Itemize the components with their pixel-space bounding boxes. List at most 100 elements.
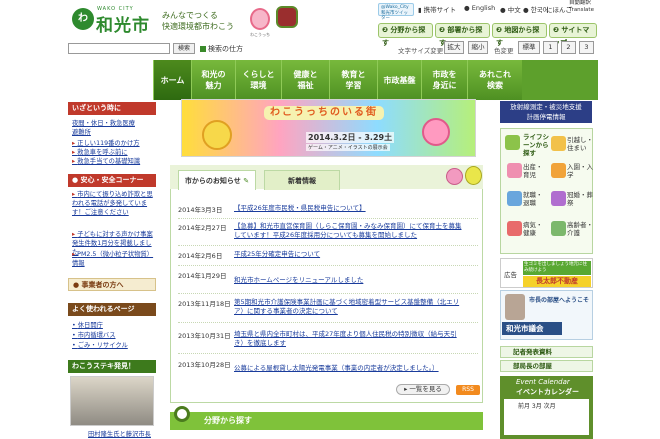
- search-by-field-button[interactable]: ❷ 分野から探す: [378, 23, 433, 47]
- emergency-item-ambulance[interactable]: 救急車を呼ぶ前に: [72, 148, 127, 157]
- nav-charm[interactable]: 和光の 魅力: [191, 60, 235, 100]
- life-item-birth[interactable]: 出産・育児: [523, 163, 545, 179]
- ad-label: 広告: [504, 271, 517, 279]
- discovery-photo[interactable]: [70, 376, 154, 426]
- left-sidebar: いざという時に 夜間・休日・救急医療 避難所 正しい119番のかけ方 救急車を呼…: [68, 100, 156, 439]
- twitter-caption: 和光市ツイッター: [381, 10, 408, 22]
- news-date: 2013年10月28日: [178, 361, 231, 369]
- emergency-heading: いざという時に: [68, 102, 156, 115]
- frequent-item-garbage-label: ごみ・リサイクル: [77, 342, 128, 349]
- translate-label: 自動翻訳: [569, 0, 592, 6]
- more-news-button[interactable]: ▸ 一覧を見る: [396, 384, 450, 395]
- news-link[interactable]: 平成25年分確定申告について: [234, 250, 466, 259]
- calendar-grid[interactable]: 前月 3月 次月: [504, 399, 589, 435]
- nav-civic[interactable]: 市政を 身近に: [421, 60, 467, 100]
- frequent-item-garbage[interactable]: • ごみ・リサイクル: [72, 341, 128, 350]
- sitemap-button[interactable]: ❷ サイトマップ: [549, 23, 597, 47]
- news-link[interactable]: 公募による屋根貸し太陽光発電事業（事業の内定者が決定しました。）: [234, 364, 466, 373]
- nav-education[interactable]: 教育と 学習: [329, 60, 377, 100]
- business-heading[interactable]: ● 事業者の方へ: [68, 278, 156, 291]
- more-news-label: 一覧を見る: [409, 385, 442, 393]
- event-calendar: Event Calendar イベントカレンダー 前月 3月 次月: [500, 376, 593, 439]
- press-release-link[interactable]: 記者発表資料: [500, 346, 593, 358]
- calendar-title: Event Calendar: [516, 378, 570, 386]
- city-logo-icon[interactable]: わ: [72, 8, 94, 30]
- search-by-dept-button[interactable]: ❷ 部署から探す: [435, 23, 490, 47]
- safety-item-fraud[interactable]: 市内にて振り込め詐欺と思われる電話が多発しています！ご注意ください: [72, 190, 154, 228]
- life-item-ceremony[interactable]: 冠婚・葬祭: [567, 191, 593, 207]
- safety-heading-label: 安心・安全コーナー: [80, 176, 144, 184]
- ad-banner-green[interactable]: 生ゴミを出しましょう地元に住み続けよう: [523, 261, 591, 275]
- emergency-item-119[interactable]: 正しい119番のかけ方: [72, 139, 139, 148]
- twitter-handle: @Wako_City: [381, 5, 409, 10]
- twitter-link[interactable]: @Wako_City 和光市ツイッター: [378, 3, 414, 21]
- life-item-elderly[interactable]: 高齢者・介護: [567, 221, 593, 237]
- rss-button[interactable]: RSS: [456, 385, 480, 395]
- elderly-icon: [551, 221, 566, 236]
- disaster-info-banner[interactable]: 放射線測定・被災地支援 計画停電情報: [500, 101, 592, 123]
- news-date: 2014年3月3日: [178, 206, 223, 214]
- news-link[interactable]: 第5期和光市介護保険事業計画に基づく地域密着型サービス基盤整備（北エリア）に関す…: [234, 298, 466, 316]
- life-item-health[interactable]: 病気・健康: [523, 221, 545, 237]
- tagline: みんなでつくる 快適環境都市わこう: [162, 10, 244, 32]
- news-divider: [178, 265, 478, 266]
- ad-area: 広告 生ゴミを出しましょう地元に住み続けよう 長太郎不動産: [500, 258, 593, 288]
- nav-charm-label: 和光の 魅力: [201, 70, 226, 90]
- english-link[interactable]: ● English: [464, 4, 495, 12]
- search-button[interactable]: 検索: [173, 43, 195, 54]
- department-head-link[interactable]: 部局長の部屋: [500, 360, 593, 372]
- chinese-link[interactable]: ● 中文: [500, 4, 521, 14]
- mascot-yellow-icon: [465, 166, 482, 185]
- frequent-item-bus[interactable]: • 市内循環バス: [72, 331, 116, 340]
- calendar-month-nav[interactable]: 前月 3月 次月: [518, 401, 556, 410]
- font-shrink-button[interactable]: 縮小: [468, 41, 488, 54]
- nav-search-label: あれこれ 検索: [479, 70, 511, 90]
- nav-health[interactable]: 健康と 福祉: [281, 60, 329, 100]
- tab-city-news[interactable]: 市からのお知らせ ✎: [178, 170, 256, 190]
- korean-link[interactable]: ● 한국어: [523, 4, 549, 14]
- search-input[interactable]: [68, 43, 170, 54]
- news-divider: [178, 322, 478, 323]
- event-banner[interactable]: わこうっちのいる街 2014.3.2日 - 3.29土 ゲーム・アニメ・イラスト…: [181, 99, 476, 157]
- emergency-item-firstaid[interactable]: 救急手当ての基礎知識: [72, 157, 140, 166]
- berry-logo-icon: [276, 6, 298, 28]
- council-banner[interactable]: 和光市議会: [502, 322, 562, 335]
- news-link[interactable]: 埼玉県と県内全市町村は、平成27年度より個人住民税の特別徴収（給与天引き）を徹底…: [234, 330, 466, 348]
- color-standard-button[interactable]: 標準: [518, 41, 540, 54]
- translate-link[interactable]: 自動翻訳 Translate: [569, 0, 599, 14]
- nav-home[interactable]: ホーム: [153, 60, 191, 100]
- color-3-button[interactable]: 3: [579, 41, 594, 54]
- safety-item-pm25[interactable]: PM2.5（微小粒子状物質）情報: [72, 250, 154, 268]
- discovery-heading: わこうステキ発見！: [68, 360, 156, 373]
- color-1-button[interactable]: 1: [543, 41, 558, 54]
- tab-new-info[interactable]: 新着情報: [264, 170, 340, 190]
- discovery-caption[interactable]: 田村隆生氏と藤沢市長: [88, 430, 151, 439]
- ad-banner-realestate[interactable]: 長太郎不動産: [523, 276, 591, 287]
- nav-living[interactable]: くらしと 環境: [235, 60, 281, 100]
- life-item-moving[interactable]: 引越し・住まい: [567, 136, 593, 152]
- search-by-field-label: 分野から探す: [382, 26, 426, 47]
- font-enlarge-button[interactable]: 拡大: [444, 41, 464, 54]
- mobile-link[interactable]: ▮ 携帯サイト: [418, 4, 456, 14]
- search-by-map-button[interactable]: ❷ 地図から探す: [492, 23, 547, 47]
- nav-search[interactable]: あれこれ 検索: [467, 60, 522, 100]
- news-link[interactable]: 【平成26年度市民税・県民税申告について】: [234, 204, 466, 213]
- nav-infra[interactable]: 市政基盤: [377, 60, 421, 100]
- emergency-link-medical[interactable]: 夜間・休日・救急医療: [72, 119, 135, 128]
- calendar-subtitle: イベントカレンダー: [516, 388, 579, 396]
- tagline-line2: 快適環境都市わこう: [162, 22, 234, 31]
- frequent-item-holiday[interactable]: • 休日開庁: [72, 321, 103, 330]
- life-item-school[interactable]: 入園・入学: [567, 163, 593, 179]
- field-search-bar[interactable]: 分野から探す: [170, 412, 483, 430]
- logo-name[interactable]: 和光市: [96, 11, 150, 36]
- life-item-job[interactable]: 就職・退職: [523, 191, 545, 207]
- magnifier-icon: [174, 406, 190, 422]
- news-link[interactable]: 【急募】和光市直営保育園（しらこ保育園・みなみ保育園）にて保育士を募集しています…: [234, 222, 466, 240]
- search-help-link[interactable]: 検索の仕方: [200, 44, 243, 54]
- news-link[interactable]: 和光市ホームページをリニューアルしました: [234, 276, 466, 285]
- ceremony-icon: [551, 191, 566, 206]
- job-icon: [507, 191, 522, 206]
- color-2-button[interactable]: 2: [561, 41, 576, 54]
- mascot-pink-icon: [446, 168, 463, 185]
- emergency-link-shelter[interactable]: 避難所: [72, 128, 91, 137]
